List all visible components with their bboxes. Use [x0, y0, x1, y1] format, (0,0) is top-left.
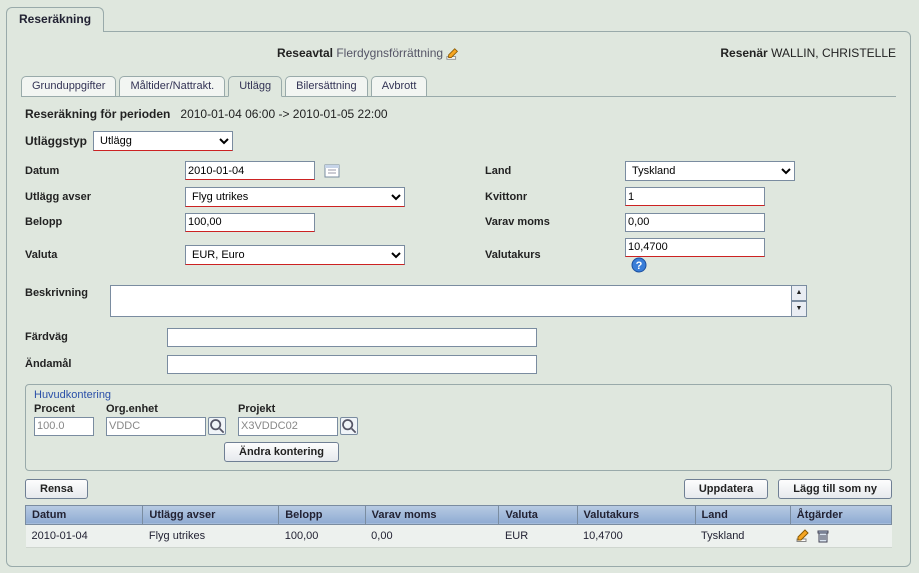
- inner-panel: Reseräkning för perioden 2010-01-04 06:0…: [21, 96, 896, 552]
- moms-input[interactable]: [625, 213, 765, 232]
- edit-kontering-button[interactable]: Ändra kontering: [224, 442, 339, 462]
- fardvag-label: Färdväg: [25, 331, 145, 343]
- edit-contract-icon[interactable]: [446, 47, 460, 61]
- svg-text:?: ?: [636, 260, 643, 272]
- belopp-label: Belopp: [25, 216, 145, 228]
- inner-tabs: Grunduppgifter Måltider/Nattrakt. Utlägg…: [21, 75, 896, 96]
- andamal-label: Ändamål: [25, 358, 145, 370]
- valutakurs-label: Valutakurs: [485, 249, 585, 261]
- kontering-box: Huvudkontering Procent Org.enhet: [25, 384, 892, 471]
- tab-maltider[interactable]: Måltider/Nattrakt.: [119, 76, 225, 96]
- desc-spinner-down[interactable]: ▼: [791, 301, 807, 317]
- clear-button[interactable]: Rensa: [25, 479, 88, 499]
- cell-belopp: 100,00: [279, 524, 365, 547]
- table-row[interactable]: 2010-01-04 Flyg utrikes 100,00 0,00 EUR …: [26, 524, 892, 547]
- outer-tab-reserakning[interactable]: Reseräkning: [6, 7, 104, 32]
- andamal-input[interactable]: [167, 355, 537, 374]
- cell-valutakurs: 10,4700: [577, 524, 695, 547]
- valuta-label: Valuta: [25, 249, 145, 261]
- row-delete-icon[interactable]: [816, 529, 830, 543]
- cell-utlagg-avser: Flyg utrikes: [143, 524, 279, 547]
- th-valutakurs[interactable]: Valutakurs: [577, 505, 695, 524]
- th-moms[interactable]: Varav moms: [365, 505, 499, 524]
- kvittonr-input[interactable]: [625, 187, 765, 206]
- expense-table: Datum Utlägg avser Belopp Varav moms Val…: [25, 505, 892, 548]
- update-button[interactable]: Uppdatera: [684, 479, 768, 499]
- main-panel: Reseavtal Flerdygnsförrättning Resenär W…: [6, 31, 911, 567]
- th-belopp[interactable]: Belopp: [279, 505, 365, 524]
- desc-spinner-up[interactable]: ▲: [791, 285, 807, 301]
- moms-label: Varav moms: [485, 216, 585, 228]
- th-datum[interactable]: Datum: [26, 505, 143, 524]
- row-edit-icon[interactable]: [796, 529, 810, 543]
- date-label: Datum: [25, 165, 145, 177]
- cell-datum: 2010-01-04: [26, 524, 143, 547]
- valuta-select[interactable]: EUR, Euro: [185, 245, 405, 265]
- tab-grunduppgifter[interactable]: Grunduppgifter: [21, 76, 116, 96]
- projekt-label: Projekt: [238, 403, 358, 415]
- projekt-input: [238, 417, 338, 436]
- utlagg-avser-select[interactable]: Flyg utrikes: [185, 187, 405, 207]
- th-land[interactable]: Land: [695, 505, 790, 524]
- orgenhet-label: Org.enhet: [106, 403, 226, 415]
- orgenhet-lookup-icon[interactable]: [208, 417, 226, 435]
- procent-label: Procent: [34, 403, 94, 415]
- contract-label: Reseavtal: [277, 46, 333, 60]
- beskrivning-textarea[interactable]: [110, 285, 806, 317]
- traveler-name: WALLIN, CHRISTELLE: [771, 46, 896, 60]
- fardvag-input[interactable]: [167, 328, 537, 347]
- date-input[interactable]: [185, 161, 315, 180]
- calendar-icon[interactable]: [324, 163, 340, 179]
- period-value: 2010-01-04 06:00 -> 2010-01-05 22:00: [180, 107, 387, 121]
- valutakurs-input[interactable]: [625, 238, 765, 257]
- kontering-title: Huvudkontering: [34, 389, 883, 401]
- period-label: Reseräkning för perioden: [25, 107, 170, 121]
- kvittonr-label: Kvittonr: [485, 191, 585, 203]
- cell-valuta: EUR: [499, 524, 577, 547]
- type-select[interactable]: Utlägg: [93, 131, 233, 151]
- tab-utlagg[interactable]: Utlägg: [228, 76, 282, 97]
- th-atgarder[interactable]: Åtgärder: [790, 505, 891, 524]
- belopp-input[interactable]: [185, 213, 315, 232]
- tab-avbrott[interactable]: Avbrott: [371, 76, 428, 96]
- land-select[interactable]: Tyskland: [625, 161, 795, 181]
- utlagg-avser-label: Utlägg avser: [25, 191, 145, 203]
- land-label: Land: [485, 165, 585, 177]
- cell-moms: 0,00: [365, 524, 499, 547]
- cell-land: Tyskland: [695, 524, 790, 547]
- procent-input: [34, 417, 94, 436]
- projekt-lookup-icon[interactable]: [340, 417, 358, 435]
- traveler-label: Resenär: [720, 46, 767, 60]
- contract-value: Flerdygnsförrättning: [336, 46, 443, 60]
- help-icon[interactable]: ?: [631, 257, 647, 273]
- type-label: Utläggstyp: [25, 134, 87, 148]
- th-utlagg-avser[interactable]: Utlägg avser: [143, 505, 279, 524]
- beskrivning-label: Beskrivning: [25, 285, 88, 299]
- tab-bilersattning[interactable]: Bilersättning: [285, 76, 368, 96]
- th-valuta[interactable]: Valuta: [499, 505, 577, 524]
- add-new-button[interactable]: Lägg till som ny: [778, 479, 892, 499]
- orgenhet-input: [106, 417, 206, 436]
